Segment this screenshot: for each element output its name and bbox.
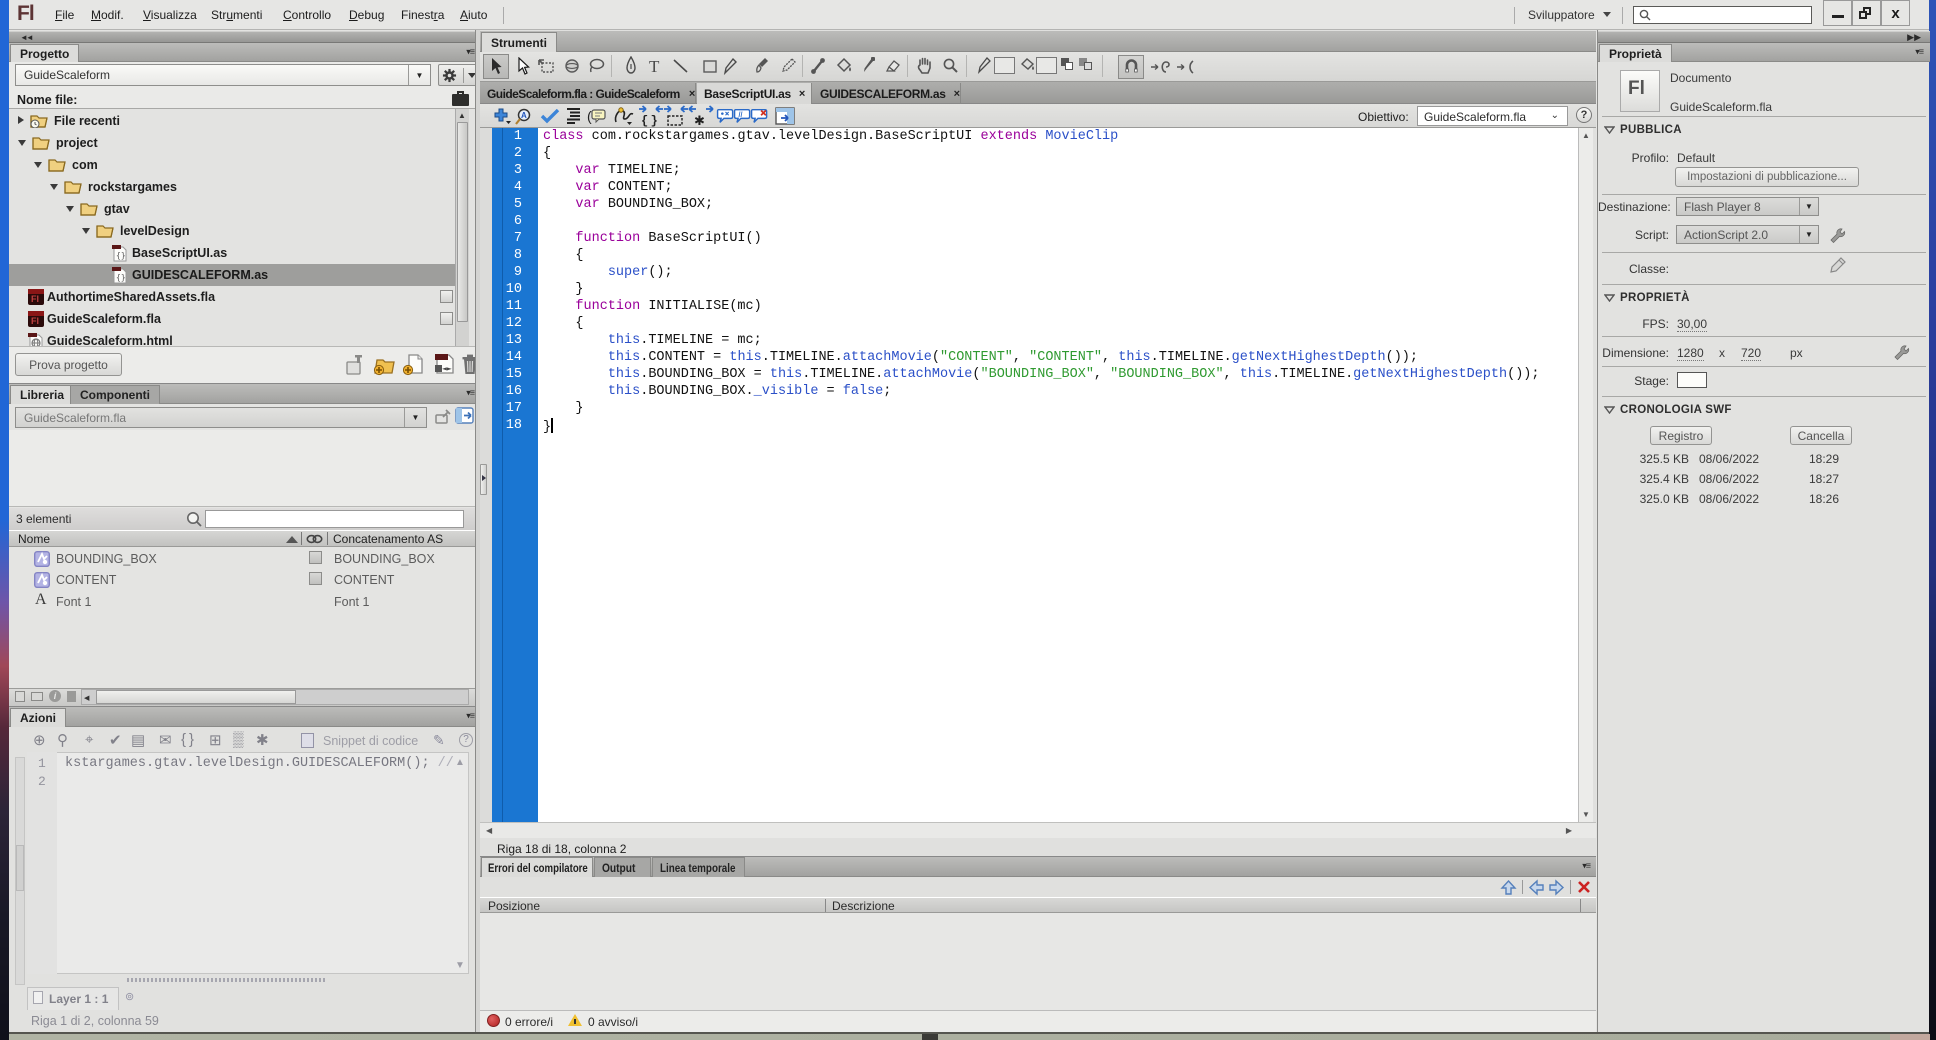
svg-text:{}: {}: [116, 251, 126, 260]
svg-text:Fl: Fl: [31, 316, 39, 326]
svg-text://: //: [739, 111, 743, 119]
svg-text:Fl: Fl: [31, 294, 39, 304]
svg-text:◄►: ◄►: [442, 364, 452, 373]
svg-text:A: A: [521, 111, 527, 120]
svg-text:{}: {}: [116, 273, 126, 282]
svg-text:(: (: [587, 108, 592, 124]
